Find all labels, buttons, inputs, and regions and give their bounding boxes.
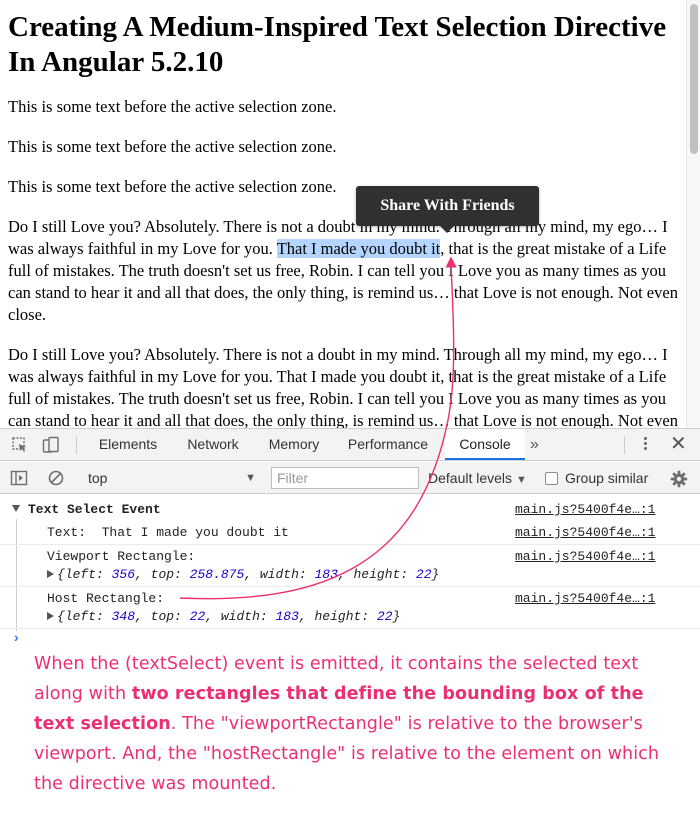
host-width: 183 [275,609,299,624]
tab-network[interactable]: Network [175,429,251,460]
page-viewport: Creating A Medium-Inspired Text Selectio… [0,0,686,428]
message-divider [0,586,700,587]
devtools-tab-bar: Elements Network Memory Performance Cons… [0,429,700,461]
toggle-sidebar-icon[interactable] [10,469,28,487]
selection-paragraph[interactable]: Do I still Love you? Absolutely. There i… [8,216,680,326]
context-selector[interactable]: top ▼ [80,466,258,490]
tab-separator [76,436,77,454]
annotation-text: . The [170,714,221,734]
close-devtools-icon[interactable]: ✕ [670,432,687,456]
page-scrollbar[interactable] [686,0,700,428]
annotation-event-name: (textSelect) event is emitted [125,654,379,674]
log-levels-dropdown[interactable]: Default levels ▼ [428,466,527,492]
viewport-rect-label: Viewport Rectangle: [47,549,196,564]
intro-line: This is some text before the active sele… [8,177,337,196]
viewport-height: 22 [415,567,432,582]
clear-console-icon[interactable] [47,469,65,487]
tab-separator [624,436,625,454]
annotation-viewport-term: "viewportRectangle" [220,714,402,734]
tooltip-arrow [440,226,454,233]
expand-object-icon[interactable] [47,570,54,578]
source-link[interactable]: main.js?5400f4e…:1 [515,549,655,564]
group-toggle[interactable]: Text Select Event [12,502,161,517]
annotation-text: When the [34,654,125,674]
annotation-note: When the (textSelect) event is emitted, … [34,649,684,799]
group-similar-checkbox[interactable]: Group similar [545,466,648,490]
group-indent-bar [16,519,17,631]
share-tooltip-label: Share With Friends [380,197,515,214]
selected-text[interactable]: That I made you doubt it [276,239,441,258]
host-top: 22 [189,609,206,624]
inspect-element-icon[interactable] [11,436,29,454]
chevron-down-icon: ▼ [245,472,256,484]
tab-console[interactable]: Console [445,429,525,460]
viewport-width: 183 [314,567,338,582]
host-left: 348 [111,609,136,624]
gear-icon[interactable] [670,470,688,488]
tab-elements[interactable]: Elements [88,429,168,460]
expand-triangle-icon [12,505,20,512]
source-link[interactable]: main.js?5400f4e…:1 [515,525,655,540]
message-divider [0,544,700,545]
group-label: Text Select Event [28,502,161,517]
message-divider [0,628,700,629]
second-paragraph: Do I still Love you? Absolutely. There i… [8,345,678,428]
more-tabs-icon[interactable]: » [530,429,539,460]
source-link[interactable]: main.js?5400f4e…:1 [515,591,655,606]
tab-performance[interactable]: Performance [337,429,439,460]
page-content: Creating A Medium-Inspired Text Selectio… [8,10,680,428]
checkbox-icon[interactable] [545,472,558,485]
context-value: top [88,470,108,486]
log-levels-label: Default levels [428,470,513,486]
kebab-menu-icon[interactable] [640,435,650,455]
viewport-left: 356 [111,567,136,582]
text-log-line: Text: That I made you doubt it [47,525,289,540]
tab-memory[interactable]: Memory [258,429,330,460]
host-height: 22 [376,609,393,624]
device-toolbar-icon[interactable] [42,436,60,454]
share-with-friends-tooltip[interactable]: Share With Friends [356,186,539,233]
intro-line: This is some text before the active sele… [8,97,337,116]
annotation-host-term: "hostRectangle" [202,744,346,764]
source-link[interactable]: main.js?5400f4e…:1 [515,502,655,517]
intro-line: This is some text before the active sele… [8,137,337,156]
console-prompt[interactable]: › [12,631,20,647]
expand-object-icon[interactable] [47,612,54,620]
viewport-top: 258.875 [189,567,245,582]
console-toolbar: top ▼ Filter Default levels ▼ Group simil… [0,462,700,494]
filter-input[interactable]: Filter [271,467,419,489]
scrollbar-thumb[interactable] [690,4,698,154]
host-rect-label: Host Rectangle: [47,591,165,606]
group-similar-label: Group similar [565,470,649,486]
page-title: Creating A Medium-Inspired Text Selectio… [8,11,667,78]
chevron-down-icon: ▼ [516,474,527,486]
